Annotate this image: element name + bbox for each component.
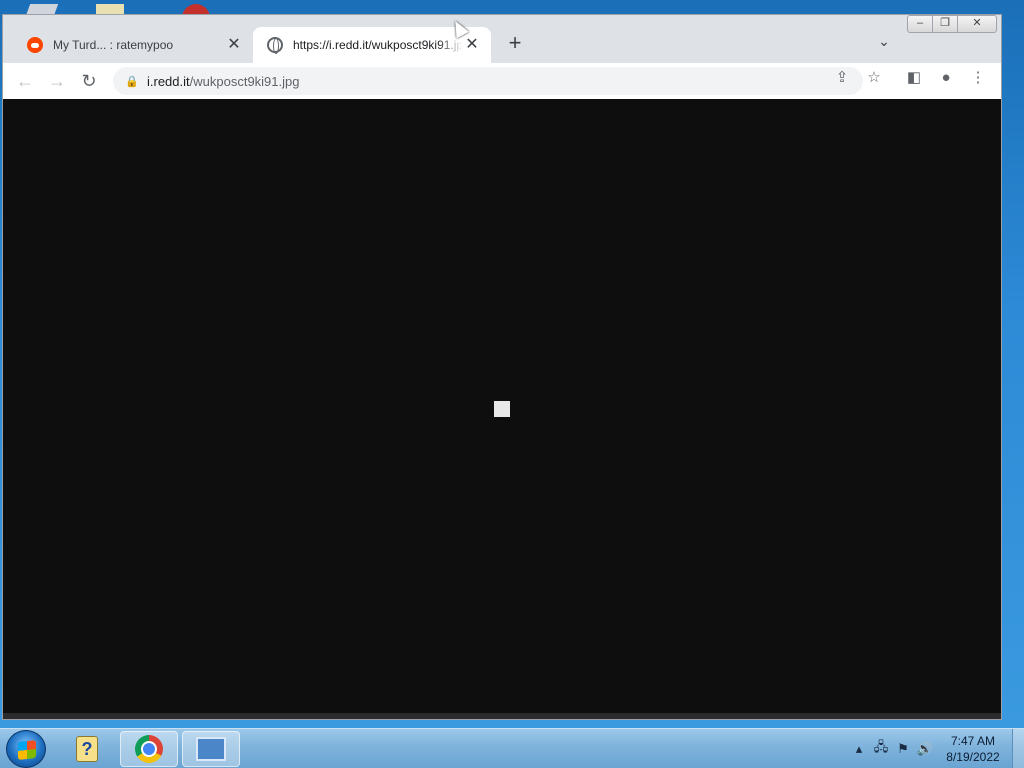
clock-time: 7:47 AM bbox=[950, 734, 996, 748]
profile-icon[interactable]: ● bbox=[935, 67, 957, 89]
displayed-image[interactable] bbox=[494, 401, 510, 417]
taskbar-chrome[interactable] bbox=[120, 731, 178, 767]
new-tab-button[interactable]: + bbox=[503, 32, 527, 56]
close-window-button[interactable]: ✕ bbox=[957, 15, 997, 33]
tab-ratemypoo[interactable]: My Turd... : ratemypoo ✕ bbox=[13, 27, 253, 63]
url-host: i.redd.it bbox=[147, 73, 190, 89]
close-icon[interactable]: ✕ bbox=[225, 36, 243, 54]
show-desktop-button[interactable] bbox=[1012, 729, 1024, 768]
globe-icon bbox=[267, 37, 283, 54]
chevron-down-icon[interactable]: ⌄ bbox=[873, 33, 895, 55]
browser-toolbar: ← → ↻ 🔒 i.redd.it/wukposct9ki91.jpg ⇪ ☆ … bbox=[3, 63, 1001, 99]
tab-strip: My Turd... : ratemypoo ✕ https://i.redd.… bbox=[3, 15, 1001, 63]
scrollbar[interactable] bbox=[3, 713, 1001, 719]
clock[interactable]: 7:47 AM 8/19/2022 bbox=[940, 733, 1006, 765]
reload-icon[interactable]: ↻ bbox=[77, 69, 101, 93]
system-tray: ▴ 🖧 ⚑ 🔊 7:47 AM 8/19/2022 bbox=[848, 729, 1024, 768]
reddit-icon bbox=[27, 37, 43, 53]
back-arrow-icon[interactable]: ← bbox=[13, 69, 37, 93]
tab-title: https://i.redd.it/wukposct9ki91.jpg bbox=[293, 38, 463, 52]
url-path: /wukposct9ki91.jpg bbox=[189, 73, 300, 89]
address-bar[interactable]: 🔒 i.redd.it/wukposct9ki91.jpg bbox=[113, 67, 863, 95]
tray-expand-icon[interactable]: ▴ bbox=[848, 741, 870, 757]
help-icon: ? bbox=[76, 736, 98, 762]
forward-arrow-icon[interactable]: → bbox=[45, 69, 69, 93]
maximize-button[interactable]: ❐ bbox=[932, 15, 958, 33]
side-panel-icon[interactable]: ◧ bbox=[903, 67, 925, 89]
start-button[interactable] bbox=[6, 730, 46, 768]
windows-logo-icon bbox=[18, 740, 36, 760]
address-url[interactable]: i.redd.it/wukposct9ki91.jpg bbox=[147, 74, 299, 89]
page-viewport bbox=[3, 99, 1001, 719]
menu-kebab-icon[interactable]: ⋮ bbox=[967, 67, 989, 89]
volume-icon[interactable]: 🔊 bbox=[914, 741, 936, 757]
clock-date: 8/19/2022 bbox=[946, 750, 1000, 764]
tab-title: My Turd... : ratemypoo bbox=[53, 38, 174, 52]
taskbar-help[interactable]: ? bbox=[58, 731, 116, 767]
action-center-icon[interactable]: ⚑ bbox=[892, 741, 914, 757]
network-icon[interactable]: 🖧 bbox=[870, 738, 892, 760]
taskbar: ? ▴ 🖧 ⚑ 🔊 7:47 AM 8/19/2022 bbox=[0, 728, 1024, 768]
share-icon[interactable]: ⇪ bbox=[831, 67, 853, 89]
close-icon[interactable]: ✕ bbox=[463, 36, 481, 54]
star-icon[interactable]: ☆ bbox=[863, 67, 885, 89]
app-icon bbox=[196, 737, 226, 761]
minimize-button[interactable]: – bbox=[907, 15, 933, 33]
chrome-icon bbox=[135, 735, 163, 763]
browser-window: My Turd... : ratemypoo ✕ https://i.redd.… bbox=[2, 14, 1002, 720]
lock-icon[interactable]: 🔒 bbox=[125, 75, 139, 88]
taskbar-app[interactable] bbox=[182, 731, 240, 767]
